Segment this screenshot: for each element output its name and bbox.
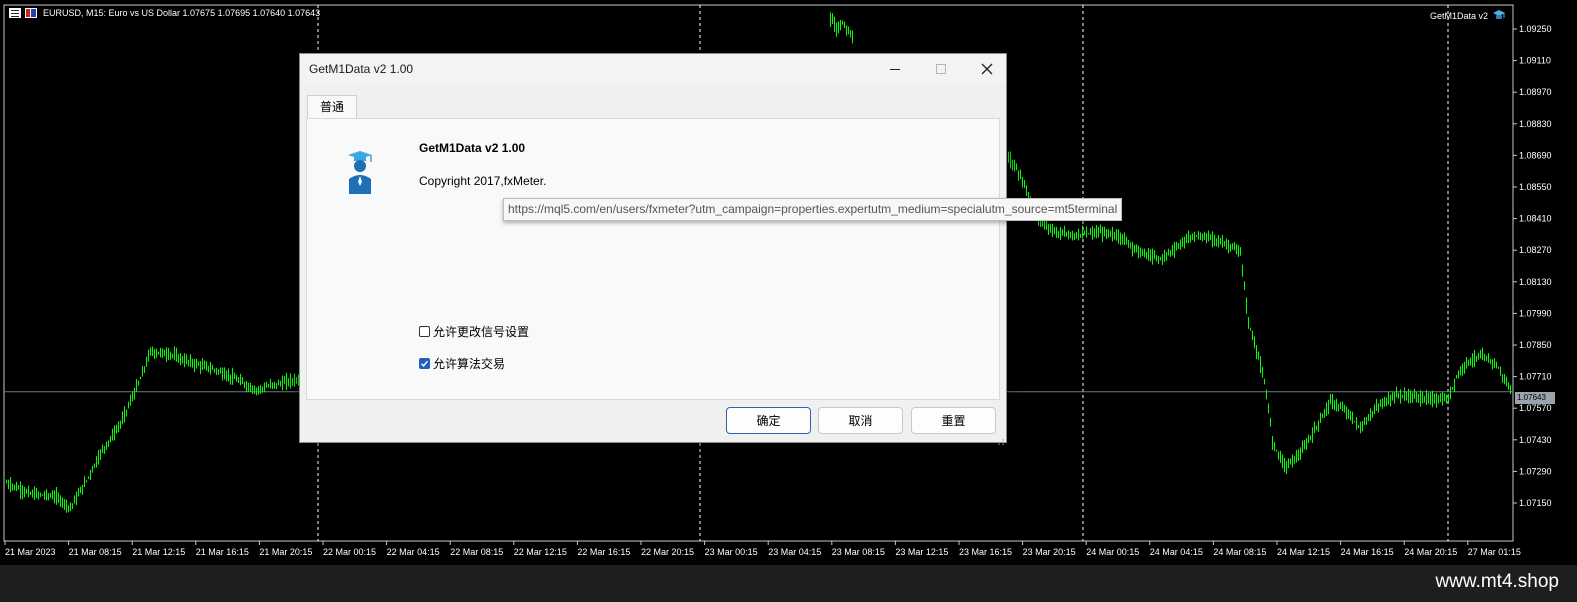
allow-algo-trading-label: 允许算法交易 — [433, 357, 506, 371]
allow-algo-trading-checkbox[interactable] — [419, 358, 430, 369]
resize-grip-icon[interactable] — [997, 433, 1005, 445]
reset-button[interactable]: 重置 — [911, 407, 996, 434]
time-tick-label: 21 Mar 12:15 — [132, 547, 185, 557]
time-tick-label: 21 Mar 20:15 — [259, 547, 312, 557]
watermark: www.mt4.shop — [1435, 571, 1559, 592]
time-tick-label: 24 Mar 16:15 — [1341, 547, 1394, 557]
cancel-button[interactable]: 取消 — [818, 407, 903, 434]
time-tick-label: 22 Mar 08:15 — [450, 547, 503, 557]
allow-signal-settings-label: 允许更改信号设置 — [433, 325, 530, 339]
price-tick-label: 1.07850 — [1519, 340, 1552, 350]
dialog-titlebar[interactable]: GetM1Data v2 1.00 — [300, 54, 1006, 84]
price-tick-label: 1.09110 — [1519, 56, 1551, 66]
minimize-icon — [890, 69, 900, 70]
ea-name: GetM1Data v2 1.00 — [419, 141, 526, 155]
tab-common[interactable]: 普通 — [307, 95, 357, 118]
ok-button[interactable]: 确定 — [726, 407, 811, 434]
time-tick-label: 23 Mar 00:15 — [705, 547, 758, 557]
price-tick-label: 1.09250 — [1519, 24, 1552, 34]
graduation-cap-icon — [1492, 9, 1506, 23]
checkmark-icon — [421, 360, 429, 367]
price-tick-label: 1.08410 — [1519, 214, 1552, 224]
expert-advisor-icon — [345, 149, 375, 200]
chart-flag-icon[interactable] — [25, 8, 37, 18]
time-tick-label: 22 Mar 16:15 — [577, 547, 630, 557]
current-price-label: 1.07643 — [1515, 392, 1555, 404]
price-tick-label: 1.08550 — [1519, 182, 1552, 192]
time-tick-label: 21 Mar 2023 — [5, 547, 56, 557]
time-tick-label: 24 Mar 12:15 — [1277, 547, 1330, 557]
price-tick-label: 1.07990 — [1519, 308, 1552, 318]
price-tick-label: 1.07430 — [1519, 435, 1552, 445]
price-tick-label: 1.08970 — [1519, 87, 1552, 97]
price-tick-label: 1.08690 — [1519, 150, 1552, 160]
time-tick-label: 23 Mar 12:15 — [895, 547, 948, 557]
time-tick-label: 22 Mar 12:15 — [514, 547, 567, 557]
price-tick-label: 1.08270 — [1519, 245, 1552, 255]
dialog-title: GetM1Data v2 1.00 — [309, 62, 414, 76]
dialog-tab-strip: 普通 — [306, 92, 1000, 118]
price-tick-label: 1.07290 — [1519, 466, 1552, 476]
allow-algo-trading-option[interactable]: 允许算法交易 — [419, 355, 505, 372]
price-tick-label: 1.07150 — [1519, 498, 1552, 508]
time-tick-label: 22 Mar 00:15 — [323, 547, 376, 557]
time-tick-label: 23 Mar 16:15 — [959, 547, 1012, 557]
price-tick-label: 1.07570 — [1519, 403, 1552, 413]
time-tick-label: 22 Mar 04:15 — [387, 547, 440, 557]
price-tick-label: 1.07710 — [1519, 372, 1552, 382]
ea-badge[interactable]: GetM1Data v2 — [1430, 9, 1506, 23]
price-tick-label: 1.08830 — [1519, 119, 1552, 129]
time-tick-label: 27 Mar 01:15 — [1468, 547, 1521, 557]
close-icon — [981, 63, 993, 75]
symbol-list-icon[interactable] — [9, 8, 21, 18]
time-tick-label: 24 Mar 20:15 — [1404, 547, 1457, 557]
footer-bar: www.mt4.shop — [0, 565, 1577, 602]
price-tick-label: 1.08130 — [1519, 277, 1552, 287]
close-button[interactable] — [964, 54, 1010, 84]
time-tick-label: 23 Mar 20:15 — [1023, 547, 1076, 557]
chart-symbol-info: EURUSD, M15: Euro vs US Dollar 1.07675 1… — [43, 8, 321, 18]
ea-copyright[interactable]: Copyright 2017,fxMeter. — [419, 174, 546, 188]
ea-badge-label: GetM1Data v2 — [1430, 11, 1489, 21]
time-tick-label: 23 Mar 04:15 — [768, 547, 821, 557]
time-tick-label: 24 Mar 08:15 — [1213, 547, 1266, 557]
common-tab-panel: GetM1Data v2 1.00 Copyright 2017,fxMeter… — [306, 118, 1000, 400]
time-tick-label: 24 Mar 04:15 — [1150, 547, 1203, 557]
time-tick-label: 23 Mar 08:15 — [832, 547, 885, 557]
minimize-button[interactable] — [872, 54, 918, 84]
link-tooltip: https://mql5.com/en/users/fxmeter?utm_ca… — [503, 198, 1123, 221]
time-tick-label: 21 Mar 16:15 — [196, 547, 249, 557]
maximize-button[interactable] — [918, 54, 964, 84]
time-tick-label: 21 Mar 08:15 — [69, 547, 122, 557]
time-tick-label: 24 Mar 00:15 — [1086, 547, 1139, 557]
ea-properties-dialog: GetM1Data v2 1.00 普通 GetM1Data v2 1.00 C… — [299, 53, 1007, 445]
time-tick-label: 22 Mar 20:15 — [641, 547, 694, 557]
allow-signal-settings-checkbox[interactable] — [419, 326, 430, 337]
allow-signal-settings-option[interactable]: 允许更改信号设置 — [419, 323, 529, 340]
chart-header: EURUSD, M15: Euro vs US Dollar 1.07675 1… — [9, 8, 320, 18]
maximize-icon — [936, 64, 946, 74]
